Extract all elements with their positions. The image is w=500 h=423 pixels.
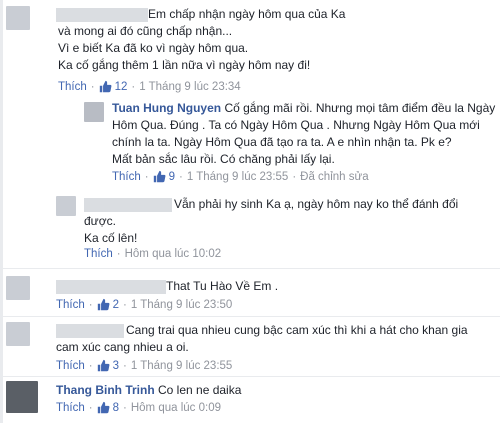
author-name-redacted[interactable] [56,280,166,294]
like-count-value: 12 [114,80,128,93]
comment-line: Vẫn phải hy sinh Ka ạ, ngày hôm nay ko t… [174,197,459,211]
comment-line: chính la ta. Ngày Hôm Qua đã tạo ra ta. … [112,135,452,149]
separator: · [123,359,127,372]
like-button[interactable]: Thích [58,81,87,93]
edited-label[interactable]: Đã chỉnh sửa [300,171,368,183]
author-name-redacted[interactable] [56,8,148,22]
comment-line: Mất bản sắc lâu rồi. Có chăng phải lấy l… [112,152,335,166]
separator: · [88,359,93,372]
like-count-value: 9 [168,170,176,183]
avatar[interactable] [84,102,104,122]
comment-actions: Thích · 9 · 1 Tháng 9 lúc 23:55 · Đã chỉ… [112,170,369,183]
comment-line: That Tu Hào Về Em . [166,279,279,293]
timestamp[interactable]: 1 Tháng 9 lúc 23:55 [131,360,232,372]
separator: · [88,298,93,311]
comment-line: Cố gắng mãi rồi. Nhưng mọi tâm điểm đều … [224,101,496,115]
separator: · [179,170,183,183]
comment-text: That Tu Hào Về Em . [166,278,278,295]
comment-text: Em chấp nhận ngày hôm qua của Ka [148,6,345,23]
separator: · [116,248,121,260]
separator: · [90,80,95,93]
like-count[interactable]: 3 [97,359,119,372]
left-border [0,0,3,423]
comment-text-continued: được. Ka cố lên! [84,213,137,247]
comment-line: và mong ai đó cũng chấp nhận... [58,24,233,38]
like-button[interactable]: Thích [84,248,113,260]
comment-actions: Thích · 3 · 1 Tháng 9 lúc 23:55 [56,359,232,372]
avatar[interactable] [6,276,30,300]
thumbs-up-icon [99,80,112,93]
comment-actions: Thích · 8 · Hôm qua lúc 0:09 [56,401,221,414]
like-count[interactable]: 2 [97,298,119,311]
like-count[interactable]: 8 [97,401,119,414]
author-name-redacted[interactable] [56,324,124,338]
separator: · [123,298,127,311]
separator: · [292,170,297,183]
thumbs-up-icon [97,401,110,414]
separator: · [131,80,136,93]
timestamp[interactable]: Hôm qua lúc 10:02 [125,248,222,260]
like-button[interactable]: Thích [56,360,85,372]
timestamp[interactable]: 1 Tháng 9 lúc 23:34 [139,81,240,93]
comment-line: Hôm Qua. Đúng . Ta có Ngày Hôm Qua . Như… [112,118,480,132]
timestamp[interactable]: 1 Tháng 9 lúc 23:50 [131,299,232,311]
comment-divider [0,268,500,269]
comment-line: cam xúc cang nhieu a oi. [56,340,189,354]
like-button[interactable]: Thích [56,299,85,311]
comment-divider [0,316,500,317]
separator: · [144,170,149,183]
comment-divider [0,376,500,377]
comment-line: Cang trai qua nhieu cung bậc cam xúc thì… [126,323,468,337]
comment-actions: Thích · 12 · 1 Tháng 9 lúc 23:34 [58,80,241,93]
comment-line: Ka cố lên! [84,231,138,245]
like-count-value: 2 [112,298,120,311]
timestamp[interactable]: 1 Tháng 9 lúc 23:55 [187,171,288,183]
comment-line: Co len ne daika [158,383,242,397]
comment-line: Vì e biết Ka đã ko vì ngày hôm qua. [58,41,249,55]
like-count-value: 3 [112,359,120,372]
thumbs-up-icon [97,298,110,311]
comment-text: Thang Binh Trinh Co len ne daika [56,382,241,399]
comment-text: Tuan Hung Nguyen Cố gắng mãi rồi. Nhưng … [112,100,495,168]
separator: · [88,401,93,414]
comment-line: Em chấp nhận ngày hôm qua của Ka [148,7,346,21]
avatar[interactable] [56,196,76,216]
timestamp[interactable]: Hôm qua lúc 0:09 [131,402,221,414]
comment-author[interactable]: Tuan Hung Nguyen [112,101,221,115]
like-button[interactable]: Thích [112,171,141,183]
comment-actions: Thích · Hôm qua lúc 10:02 [84,248,221,260]
avatar[interactable] [6,381,38,413]
comment-text-continued: và mong ai đó cũng chấp nhận... Vì e biế… [58,23,310,74]
like-button[interactable]: Thích [56,402,85,414]
author-name-redacted[interactable] [84,198,172,212]
comment-line: Ka cố gắng thêm 1 lần nữa vì ngày hôm na… [58,58,311,72]
like-count[interactable]: 12 [99,80,128,93]
comment-actions: Thích · 2 · 1 Tháng 9 lúc 23:50 [56,298,232,311]
separator: · [123,401,127,414]
like-count-value: 8 [112,401,120,414]
avatar[interactable] [6,322,30,346]
like-count[interactable]: 9 [153,170,175,183]
thumbs-up-icon [153,170,166,183]
comment-author[interactable]: Thang Binh Trinh [56,383,155,397]
thumbs-up-icon [97,359,110,372]
avatar[interactable] [6,6,30,30]
comment-text: Cang trai qua nhieu cung bậc cam xúc thì… [126,322,468,339]
comment-text-continued: cam xúc cang nhieu a oi. [56,339,189,356]
comment-line: được. [84,214,116,228]
comment-text: Vẫn phải hy sinh Ka ạ, ngày hôm nay ko t… [174,196,458,213]
